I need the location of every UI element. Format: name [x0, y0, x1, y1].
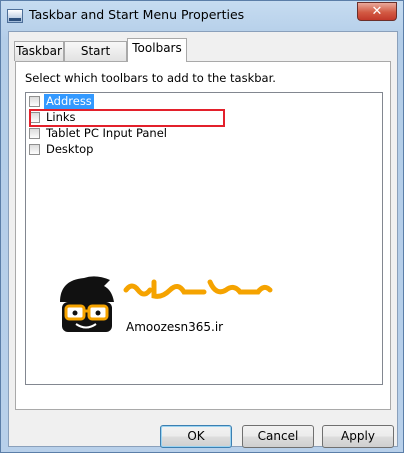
- desktop-label: Desktop: [46, 142, 94, 156]
- links-highlight-box: [29, 109, 225, 127]
- tab-taskbar[interactable]: Taskbar: [14, 41, 64, 61]
- watermark-site-text: Amoozesn365.ir: [126, 320, 224, 334]
- ok-button[interactable]: OK: [160, 425, 232, 448]
- title-bar[interactable]: Taskbar and Start Menu Properties ✕: [1, 1, 403, 31]
- instruction-text: Select which toolbars to add to the task…: [25, 71, 276, 85]
- tablet-pc-label: Tablet PC Input Panel: [46, 126, 167, 140]
- apply-button[interactable]: Apply: [322, 425, 394, 448]
- taskbar-app-icon: [7, 9, 23, 23]
- tab-toolbars[interactable]: Toolbars: [127, 38, 187, 62]
- tab-start-menu[interactable]: Start Menu: [64, 41, 127, 76]
- watermark: Amoozesn365.ir: [54, 268, 294, 348]
- address-checkbox[interactable]: [29, 96, 40, 107]
- window-title: Taskbar and Start Menu Properties: [29, 7, 245, 22]
- properties-window: Taskbar and Start Menu Properties ✕ Task…: [0, 0, 404, 453]
- desktop-checkbox[interactable]: [29, 144, 40, 155]
- toolbars-panel: Select which toolbars to add to the task…: [15, 61, 391, 410]
- dialog-body: Taskbar Start Menu Toolbars Select which…: [8, 31, 398, 448]
- amoozesh-logo-icon: [60, 276, 273, 332]
- list-item-tablet-pc-input-panel[interactable]: Tablet PC Input Panel: [29, 126, 369, 142]
- close-button[interactable]: ✕: [357, 2, 397, 21]
- toolbar-list[interactable]: Address Links Tablet PC Input Panel Desk…: [25, 92, 383, 385]
- cancel-button[interactable]: Cancel: [242, 425, 314, 448]
- list-item-desktop[interactable]: Desktop: [29, 142, 369, 158]
- tablet-pc-checkbox[interactable]: [29, 128, 40, 139]
- address-label: Address: [44, 94, 94, 109]
- list-item-address[interactable]: Address: [29, 94, 369, 110]
